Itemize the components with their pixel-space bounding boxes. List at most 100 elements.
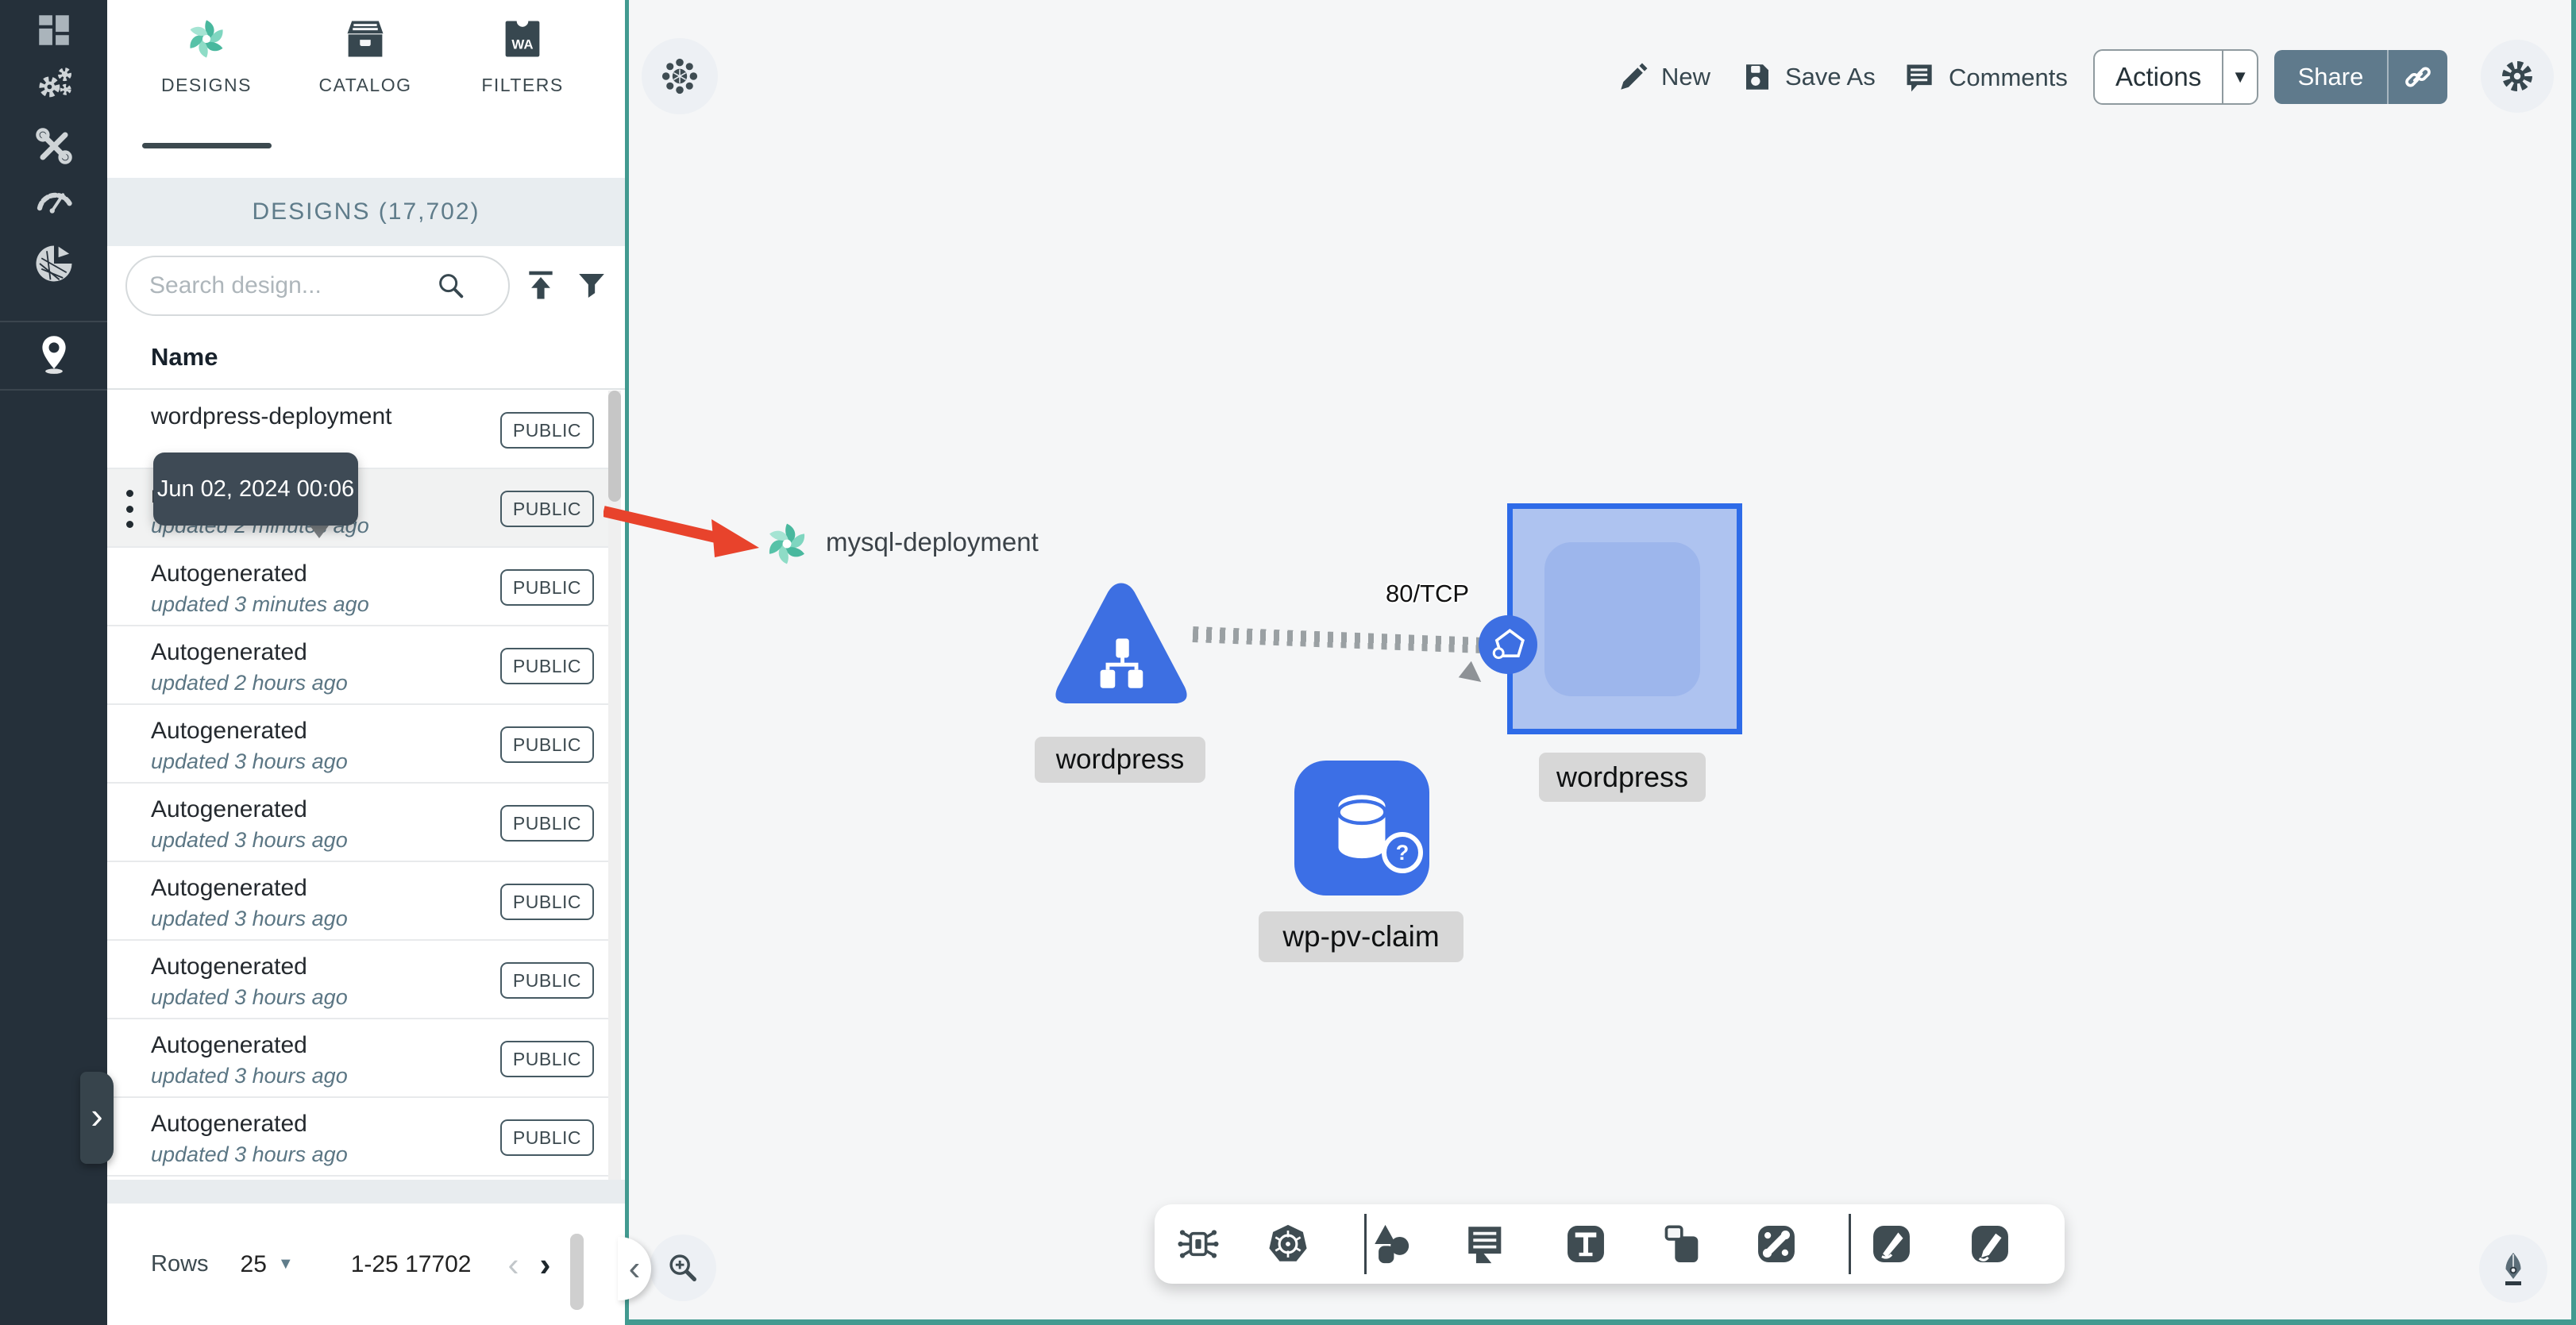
wp-pv-claim-node[interactable] xyxy=(1294,761,1429,896)
mysql-deployment-node[interactable] xyxy=(764,521,810,567)
pencil-icon xyxy=(1621,63,1648,90)
actions-caret-icon[interactable]: ▼ xyxy=(2223,67,2257,87)
wp-pv-claim-label: wp-pv-claim xyxy=(1259,911,1463,962)
sidebar-item-kanvas[interactable] xyxy=(0,324,107,384)
dock-pencil-button[interactable] xyxy=(1967,1221,2013,1267)
next-page-button[interactable]: › xyxy=(540,1247,551,1281)
list-scrollbar-thumb[interactable] xyxy=(608,391,621,502)
svg-text:WA: WA xyxy=(511,37,533,52)
sidebar-item-extensions[interactable] xyxy=(0,233,107,294)
design-updated: updated 3 hours ago xyxy=(151,907,348,930)
canvas-tool-dock xyxy=(1155,1204,2065,1284)
copy-link-button[interactable] xyxy=(2389,61,2447,93)
row-kebab-menu-icon[interactable] xyxy=(126,490,134,528)
visibility-badge: PUBLIC xyxy=(499,648,594,684)
divider xyxy=(107,388,625,390)
design-updated: updated 3 hours ago xyxy=(151,828,348,852)
list-bottom-gap xyxy=(107,1180,625,1204)
visibility-badge: PUBLIC xyxy=(499,1119,594,1156)
comments-button-label: Comments xyxy=(1949,64,2068,91)
prev-page-button[interactable]: ‹ xyxy=(508,1247,519,1281)
dock-comment-button[interactable] xyxy=(1463,1221,1509,1267)
mesh-cluster-icon xyxy=(661,58,698,94)
dock-link-button[interactable] xyxy=(1753,1221,1799,1267)
design-row[interactable]: Autogenerated updated 3 minutes ago PUBL… xyxy=(107,548,613,626)
upload-icon xyxy=(529,271,553,299)
design-row[interactable]: Autogenerated updated 3 hours ago PUBLIC xyxy=(107,1019,613,1098)
rows-per-page-label: Rows xyxy=(151,1251,209,1277)
dashboard-icon xyxy=(38,15,69,45)
actions-button-label: Actions xyxy=(2115,62,2202,91)
visibility-badge: PUBLIC xyxy=(499,726,594,763)
catalog-archive-icon xyxy=(347,21,384,57)
design-row[interactable]: Autogenerated updated 3 hours ago PUBLIC xyxy=(107,941,613,1019)
spaces-fab-button[interactable] xyxy=(642,38,718,114)
wordpress-service-label: wordpress xyxy=(1035,737,1205,783)
dock-shapes-button[interactable] xyxy=(1369,1221,1415,1267)
rows-per-page-caret-icon[interactable]: ▼ xyxy=(278,1255,294,1273)
design-name: wordpress-deployment xyxy=(151,403,392,429)
pen-nib-icon xyxy=(2505,1253,2521,1285)
design-row[interactable]: Autogenerated updated 2 hours ago PUBLIC xyxy=(107,626,613,705)
magnifier-plus-icon xyxy=(669,1254,696,1281)
design-name: Autogenerated xyxy=(151,639,307,665)
tab-filters-label: FILTERS xyxy=(481,75,564,95)
tab-designs[interactable]: DESIGNS xyxy=(139,17,274,144)
settings-fab-button[interactable] xyxy=(2481,40,2554,113)
share-button[interactable]: Share xyxy=(2274,50,2447,104)
design-name: Autogenerated xyxy=(151,875,307,901)
search-box[interactable] xyxy=(125,256,510,316)
pager-scrollbar-thumb[interactable] xyxy=(570,1234,584,1310)
tab-catalog[interactable]: CATALOG xyxy=(298,17,433,144)
dock-components-button[interactable] xyxy=(1175,1221,1221,1267)
wasm-wa-icon: WA xyxy=(505,21,540,57)
sidebar-item-performance[interactable] xyxy=(0,170,107,230)
save-as-button[interactable]: Save As xyxy=(1741,60,1876,94)
visibility-badge: PUBLIC xyxy=(499,1041,594,1077)
pen-tool-fab-button[interactable] xyxy=(2479,1234,2547,1303)
tab-catalog-label: CATALOG xyxy=(318,75,412,95)
filter-designs-button[interactable] xyxy=(569,264,614,308)
updated-date-tooltip: Jun 02, 2024 00:06 xyxy=(153,453,358,526)
search-input[interactable] xyxy=(127,272,429,299)
design-updated: updated 3 hours ago xyxy=(151,985,348,1009)
new-button[interactable]: New xyxy=(1617,60,1710,94)
sidebar-item-configuration[interactable] xyxy=(0,116,107,176)
design-updated: updated 2 hours ago xyxy=(151,671,348,695)
comments-button[interactable]: Comments xyxy=(1903,60,2068,95)
sidebar-divider xyxy=(0,321,107,322)
search-icon xyxy=(439,274,464,299)
active-tab-underline xyxy=(142,143,272,148)
pagination-bar: Rows 25 ▼ 1-25 17702 ‹ › xyxy=(107,1204,625,1325)
dock-scalpel-button[interactable] xyxy=(1868,1221,1915,1267)
dock-rectangles-button[interactable] xyxy=(1660,1221,1706,1267)
dock-text-button[interactable] xyxy=(1563,1221,1609,1267)
link-icon xyxy=(2405,67,2431,87)
sidebar-item-dashboard[interactable] xyxy=(0,0,107,60)
gears-icon xyxy=(38,67,71,98)
tab-filters[interactable]: WA FILTERS xyxy=(455,17,590,144)
design-name: Autogenerated xyxy=(151,1032,307,1058)
sidebar-divider xyxy=(0,389,107,391)
design-row[interactable]: Autogenerated updated 3 hours ago PUBLIC xyxy=(107,862,613,941)
rows-per-page-value[interactable]: 25 xyxy=(241,1251,267,1278)
crossed-tools-icon xyxy=(35,128,72,164)
visibility-badge: PUBLIC xyxy=(499,962,594,999)
zoom-in-fab-button[interactable] xyxy=(650,1234,716,1301)
edge-port-label: 80/TCP xyxy=(1386,580,1470,607)
actions-split-button[interactable]: Actions ▼ xyxy=(2093,49,2258,105)
expand-sidebar-button[interactable]: › xyxy=(80,1072,114,1164)
new-button-label: New xyxy=(1661,63,1711,91)
design-name: Autogenerated xyxy=(151,953,307,980)
design-row[interactable]: Autogenerated updated 3 hours ago PUBLIC xyxy=(107,705,613,784)
edge-endpoint-badge[interactable] xyxy=(1479,615,1537,674)
floppy-disk-icon xyxy=(1746,64,1768,90)
design-row[interactable]: Autogenerated updated 3 hours ago PUBLIC xyxy=(107,784,613,862)
dock-kubernetes-button[interactable] xyxy=(1265,1221,1311,1267)
design-name: Autogenerated xyxy=(151,1111,307,1137)
import-design-button[interactable] xyxy=(519,264,563,308)
tab-designs-label: DESIGNS xyxy=(160,75,253,95)
design-row[interactable]: Autogenerated updated 3 hours ago PUBLIC xyxy=(107,1098,613,1177)
pagination-range: 1-25 17702 xyxy=(350,1250,472,1277)
sidebar-item-lifecycle[interactable] xyxy=(0,54,107,114)
